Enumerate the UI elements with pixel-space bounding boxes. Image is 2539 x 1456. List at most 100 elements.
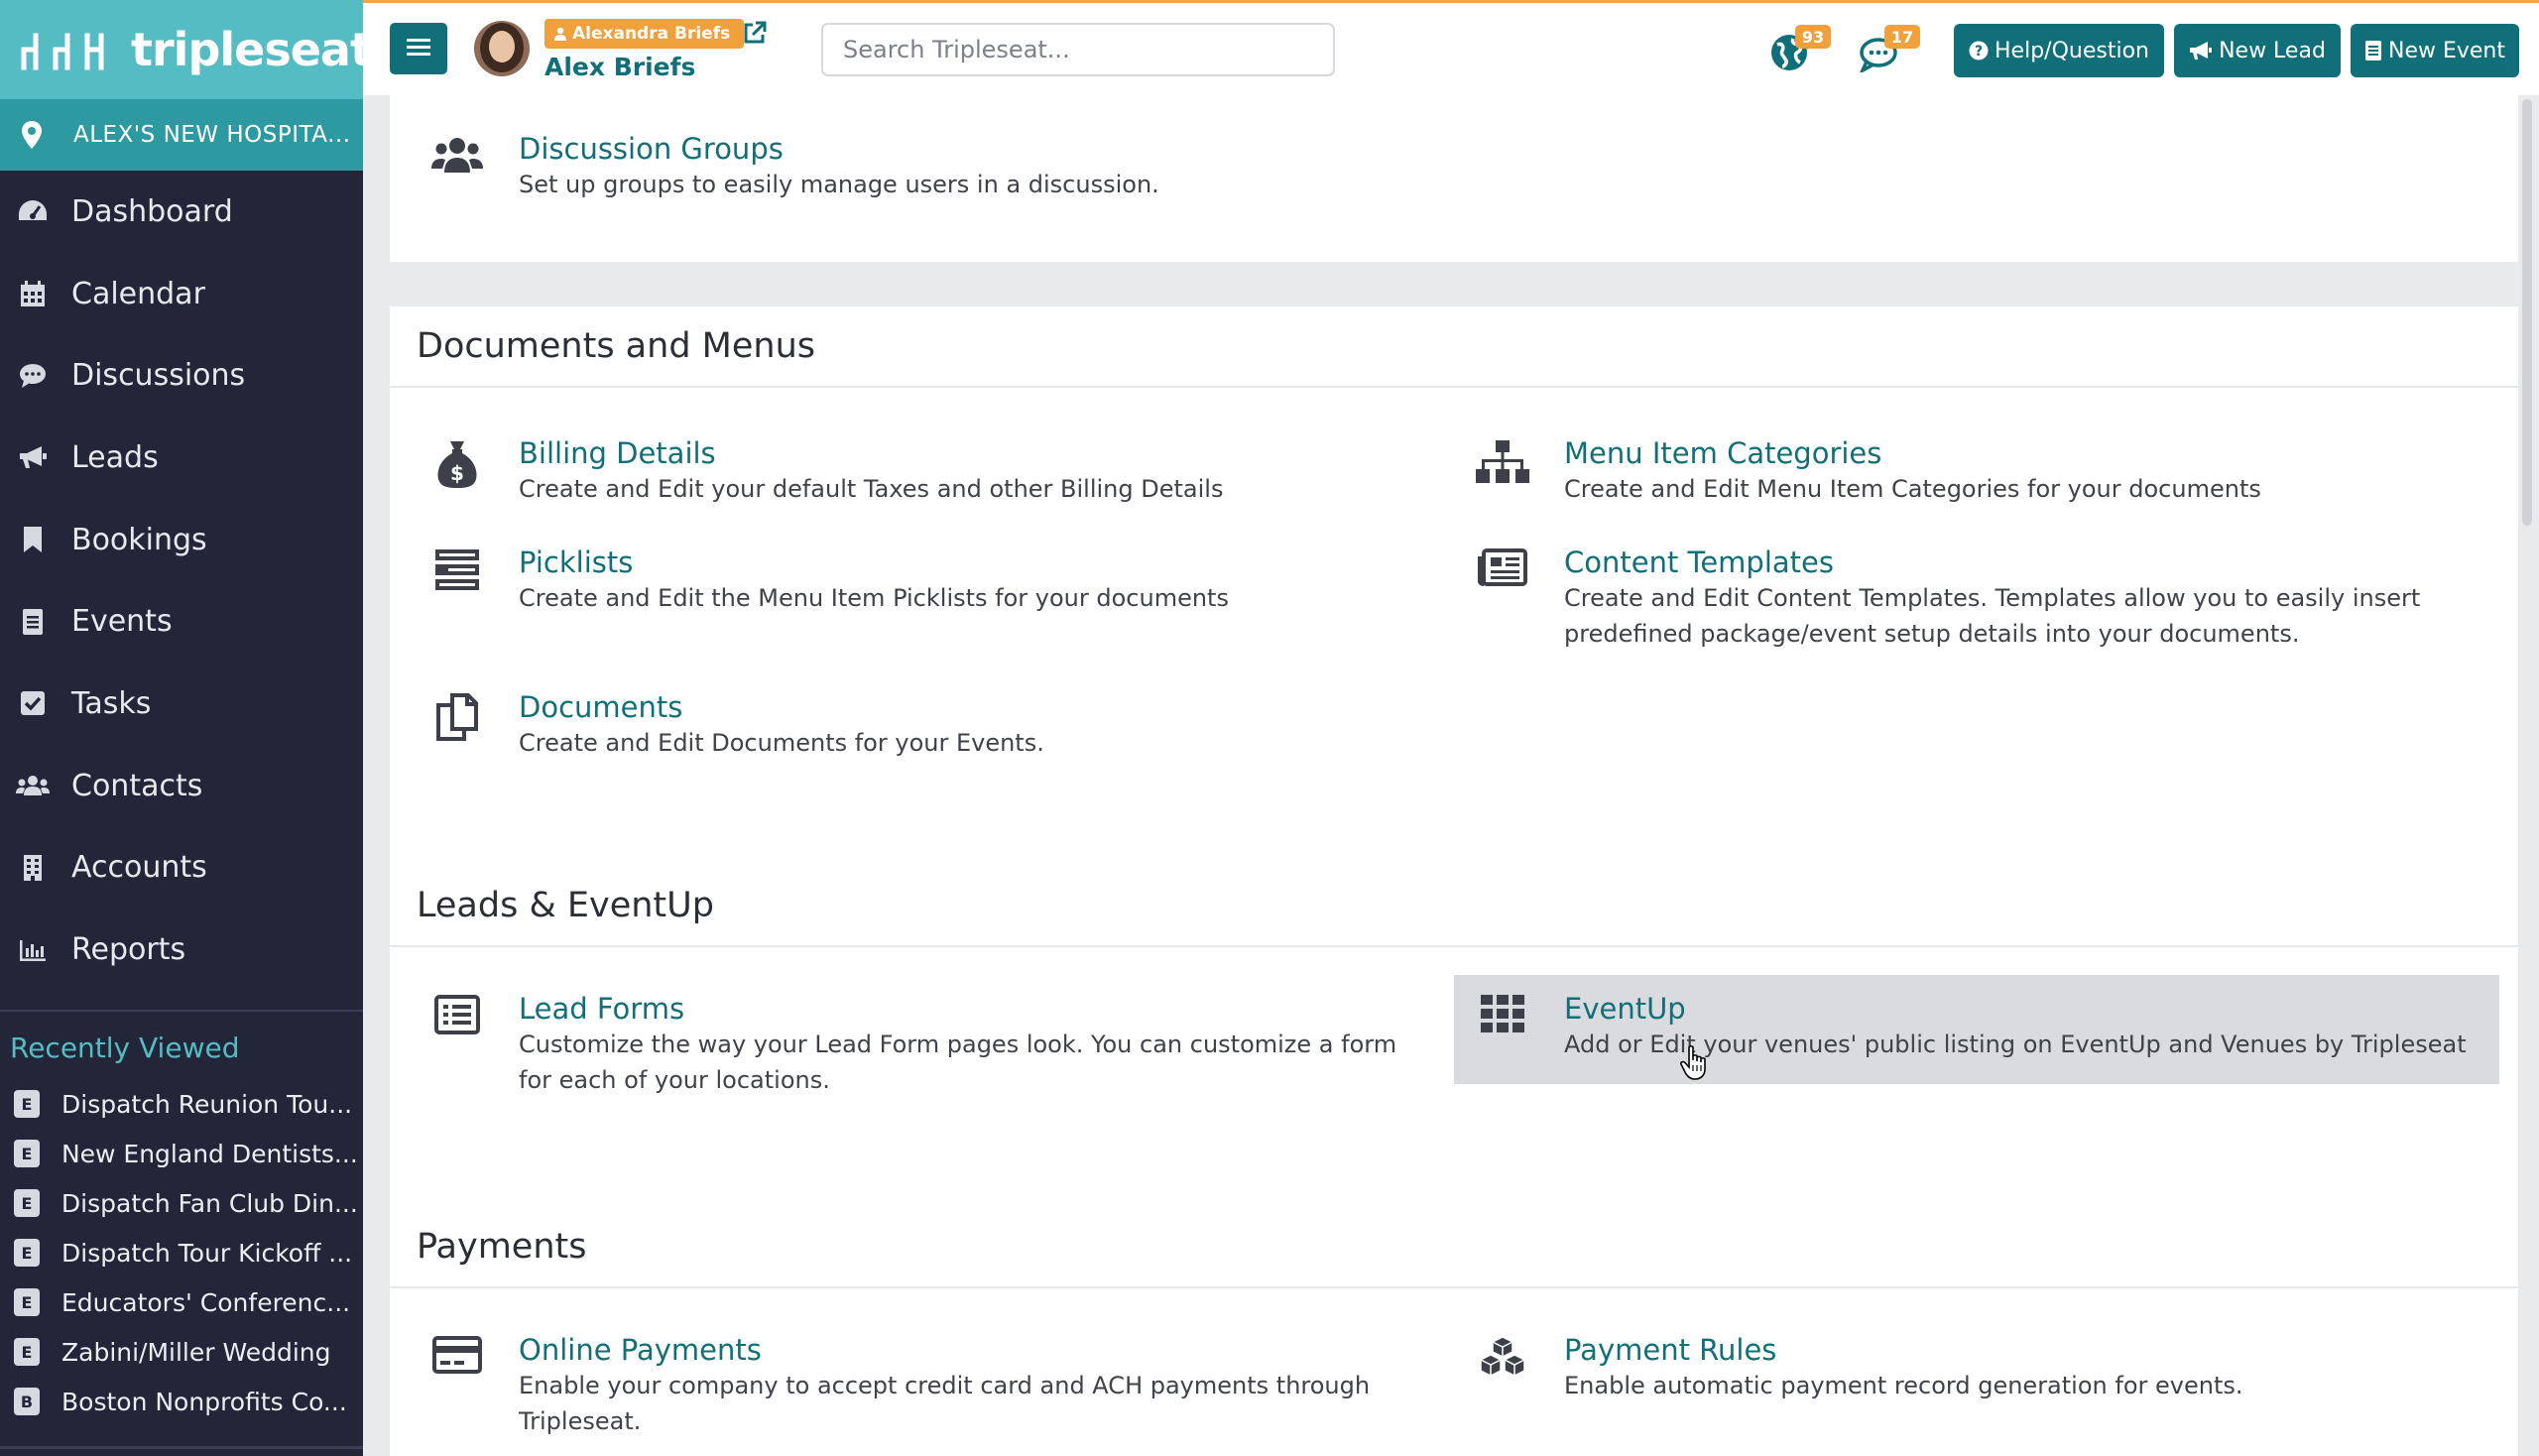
impersonation-badge: Alexandra Briefs: [544, 19, 745, 49]
sidebar-item-events[interactable]: Events: [0, 580, 363, 663]
sidebar-item-tasks[interactable]: Tasks: [0, 663, 363, 745]
notifications-chat-button[interactable]: 17: [1859, 25, 1920, 80]
help-question-button[interactable]: ? Help/Question: [1954, 24, 2164, 77]
document-icon: [16, 607, 50, 637]
sidebar-item-calendar[interactable]: Calendar: [0, 253, 363, 335]
bar-chart-icon: [16, 935, 50, 965]
settings-item-title: Content Templates: [1564, 546, 1834, 579]
search-input[interactable]: [821, 23, 1335, 76]
recent-item[interactable]: E Educators' Conferenc...: [14, 1277, 357, 1327]
section-title: Documents and Menus: [390, 306, 2518, 388]
user-name[interactable]: Alex Briefs: [544, 53, 695, 81]
recent-type-badge: E: [14, 1140, 40, 1167]
sidebar-item-label: Leads: [71, 439, 159, 475]
recent-item[interactable]: E Dispatch Tour Kickoff ...: [14, 1228, 357, 1277]
list-stack-icon: [429, 545, 485, 604]
building-icon: [16, 853, 50, 883]
settings-item-title: Discussion Groups: [519, 132, 784, 166]
top-bar: Alexandra Briefs Alex Briefs 93 17 ? Hel…: [363, 0, 2539, 95]
settings-item-title: Lead Forms: [519, 992, 685, 1026]
recent-item[interactable]: E Dispatch Fan Club Din...: [14, 1178, 357, 1228]
sidebar-item-accounts[interactable]: Accounts: [0, 827, 363, 910]
settings-item-billing-details[interactable]: $ Billing Details Create and Edit your d…: [429, 435, 1441, 507]
settings-item-title: Documents: [519, 690, 683, 724]
sidebar-item-label: Bookings: [71, 522, 207, 557]
sidebar: tripleseat ALEX'S NEW HOSPITA... Dashboa…: [0, 0, 363, 1456]
avatar[interactable]: [474, 21, 530, 76]
sidebar-item-label: Accounts: [71, 850, 207, 886]
location-selector[interactable]: ALEX'S NEW HOSPITA...: [0, 99, 363, 171]
sidebar-item-label: Events: [71, 604, 173, 640]
chat-bubble-icon: [16, 361, 50, 391]
tripleseat-logo-icon: [20, 25, 117, 74]
user-icon: [554, 27, 566, 41]
impersonation-label: Alexandra Briefs: [572, 24, 731, 44]
credit-card-icon: [429, 1332, 485, 1392]
new-lead-button[interactable]: New Lead: [2174, 24, 2341, 77]
money-bag-icon: $: [429, 435, 485, 495]
hamburger-icon: [407, 37, 430, 61]
settings-item-description: Create and Edit Documents for your Event…: [519, 729, 1044, 757]
settings-item-online-payments[interactable]: Online Payments Enable your company to a…: [429, 1332, 1441, 1439]
settings-item-menu-item-categories[interactable]: Menu Item Categories Create and Edit Men…: [1475, 435, 2486, 507]
recent-type-badge: E: [14, 1239, 40, 1267]
recently-viewed-title: Recently Viewed: [10, 1031, 240, 1064]
settings-item-title: Menu Item Categories: [1564, 436, 1882, 470]
settings-item-documents[interactable]: Documents Create and Edit Documents for …: [429, 689, 1441, 761]
recent-item[interactable]: E Dispatch Reunion Tou...: [14, 1079, 357, 1129]
new-event-button[interactable]: New Event: [2351, 24, 2519, 77]
settings-item-title: Online Payments: [519, 1333, 762, 1367]
recent-type-badge: B: [14, 1388, 40, 1415]
notification-count: 17: [1884, 25, 1920, 49]
sidebar-item-label: Reports: [71, 932, 186, 968]
document-icon: [2364, 40, 2382, 61]
settings-item-discussion-groups[interactable]: Discussion Groups Set up groups to easil…: [429, 131, 1441, 202]
cubes-icon: [1475, 1332, 1530, 1392]
scrollbar-thumb[interactable]: [2522, 99, 2532, 526]
svg-text:?: ?: [1975, 44, 1983, 60]
recently-viewed-list: E Dispatch Reunion Tou... E New England …: [14, 1079, 357, 1426]
notifications-globe-button[interactable]: 93: [1769, 25, 1831, 80]
settings-panel-payments: Payments Online Payments Enable your com…: [390, 1207, 2518, 1456]
settings-item-description: Create and Edit Menu Item Categories for…: [1564, 475, 2261, 503]
sidebar-item-dashboard[interactable]: Dashboard: [0, 171, 363, 253]
recent-type-badge: E: [14, 1090, 40, 1118]
recent-item[interactable]: E Zabini/Miller Wedding: [14, 1327, 357, 1377]
recent-item[interactable]: B Boston Nonprofits Co...: [14, 1377, 357, 1426]
recent-item[interactable]: E New England Dentists...: [14, 1129, 357, 1178]
settings-item-description: Set up groups to easily manage users in …: [519, 171, 1159, 198]
settings-panel-leads-and-eventup: Leads & EventUp Lead Forms Customize the…: [390, 866, 2518, 1260]
settings-item-content-templates[interactable]: Content Templates Create and Edit Conten…: [1475, 545, 2506, 652]
newspaper-icon: [1475, 545, 1530, 604]
settings-item-picklists[interactable]: Picklists Create and Edit the Menu Item …: [429, 545, 1441, 616]
sidebar-item-contacts[interactable]: Contacts: [0, 745, 363, 827]
notification-count: 93: [1795, 25, 1831, 49]
logo-bar[interactable]: tripleseat: [0, 0, 363, 99]
logo-text: tripleseat: [131, 23, 363, 76]
menu-toggle-button[interactable]: [390, 23, 447, 74]
settings-item-eventup[interactable]: EventUp Add or Edit your venues' public …: [1454, 975, 2499, 1084]
settings-item-description: Enable your company to accept credit car…: [519, 1372, 1371, 1435]
sidebar-item-leads[interactable]: Leads: [0, 417, 363, 499]
dashboard-icon: [16, 196, 50, 226]
bookmark-icon: [16, 525, 50, 554]
sidebar-item-label: Contacts: [71, 768, 203, 803]
location-name: ALEX'S NEW HOSPITA...: [73, 122, 351, 148]
sidebar-nav: Dashboard Calendar Discussions Leads Boo…: [0, 171, 363, 991]
settings-item-lead-forms[interactable]: Lead Forms Customize the way your Lead F…: [429, 991, 1441, 1098]
recent-item-label: Zabini/Miller Wedding: [61, 1337, 331, 1367]
settings-item-title: EventUp: [1564, 992, 1686, 1026]
sidebar-item-discussions[interactable]: Discussions: [0, 334, 363, 417]
settings-item-payment-rules[interactable]: Payment Rules Enable automatic payment r…: [1475, 1332, 2486, 1403]
svg-text:$: $: [450, 461, 464, 485]
settings-item-description: Create and Edit Content Templates. Templ…: [1564, 584, 2421, 648]
sidebar-item-bookings[interactable]: Bookings: [0, 499, 363, 581]
settings-item-description: Create and Edit the Menu Item Picklists …: [519, 584, 1229, 612]
calendar-icon: [16, 279, 50, 308]
sidebar-item-reports[interactable]: Reports: [0, 909, 363, 991]
new-lead-label: New Lead: [2219, 38, 2326, 63]
recent-item-label: Dispatch Tour Kickoff ...: [61, 1238, 353, 1268]
grid-icon: [1475, 991, 1530, 1050]
recent-item-label: Boston Nonprofits Co...: [61, 1387, 347, 1416]
external-link-icon[interactable]: [742, 20, 768, 46]
